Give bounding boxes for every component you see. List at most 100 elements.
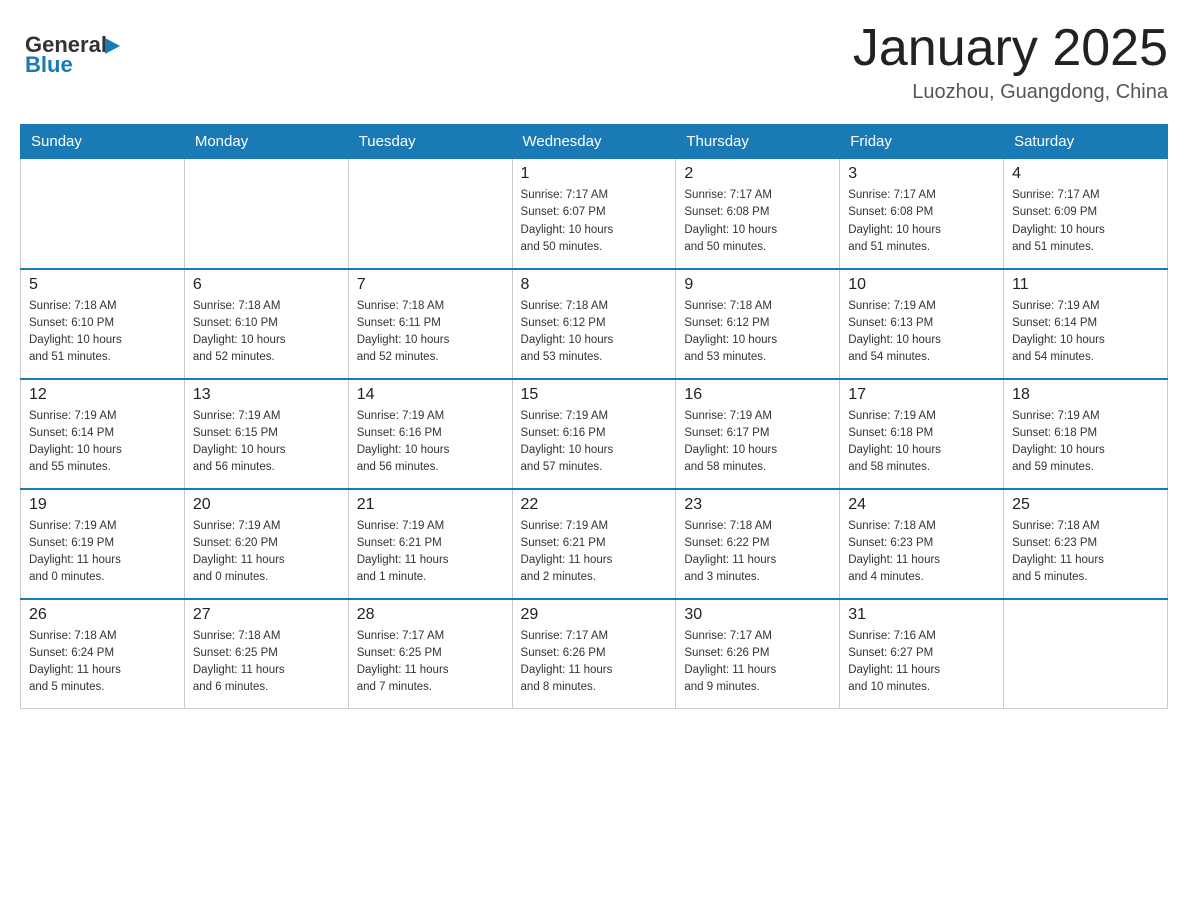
day-info: Sunrise: 7:17 AM Sunset: 6:26 PM Dayligh…: [521, 628, 668, 697]
col-header-saturday: Saturday: [1004, 125, 1168, 159]
calendar-cell: 13 Sunrise: 7:19 AM Sunset: 6:15 PM Dayli…: [184, 379, 348, 489]
calendar-cell: 7 Sunrise: 7:18 AM Sunset: 6:11 PM Daylig…: [348, 269, 512, 379]
day-info: Sunrise: 7:18 AM Sunset: 6:12 PM Dayligh…: [684, 298, 831, 367]
day-number: 30: [684, 606, 831, 624]
calendar-cell: [1004, 599, 1168, 709]
calendar-cell: 3Sunrise: 7:17 AM Sunset: 6:08 PM Daylig…: [840, 159, 1004, 269]
day-number: 2: [684, 165, 831, 183]
day-number: 29: [521, 606, 668, 624]
day-info: Sunrise: 7:19 AM Sunset: 6:21 PM Dayligh…: [357, 518, 504, 587]
calendar-cell: 27 Sunrise: 7:18 AM Sunset: 6:25 PM Dayli…: [184, 599, 348, 709]
day-number: 5: [29, 276, 176, 294]
day-number: 18: [1012, 386, 1159, 404]
day-number: 6: [193, 276, 340, 294]
col-header-tuesday: Tuesday: [348, 125, 512, 159]
day-info: Sunrise: 7:18 AM Sunset: 6:25 PM Dayligh…: [193, 628, 340, 697]
day-number: 20: [193, 496, 340, 514]
day-number: 28: [357, 606, 504, 624]
day-number: 22: [521, 496, 668, 514]
day-number: 17: [848, 386, 995, 404]
day-info: Sunrise: 7:19 AM Sunset: 6:19 PM Dayligh…: [29, 518, 176, 587]
day-info: Sunrise: 7:18 AM Sunset: 6:23 PM Dayligh…: [848, 518, 995, 587]
day-number: 23: [684, 496, 831, 514]
day-number: 26: [29, 606, 176, 624]
day-info: Sunrise: 7:17 AM Sunset: 6:25 PM Dayligh…: [357, 628, 504, 697]
day-number: 14: [357, 386, 504, 404]
day-number: 12: [29, 386, 176, 404]
day-info: Sunrise: 7:19 AM Sunset: 6:15 PM Dayligh…: [193, 408, 340, 477]
calendar-cell: 16 Sunrise: 7:19 AM Sunset: 6:17 PM Dayli…: [676, 379, 840, 489]
day-info: Sunrise: 7:19 AM Sunset: 6:14 PM Dayligh…: [29, 408, 176, 477]
day-number: 10: [848, 276, 995, 294]
calendar-cell: 9 Sunrise: 7:18 AM Sunset: 6:12 PM Daylig…: [676, 269, 840, 379]
day-info: Sunrise: 7:18 AM Sunset: 6:11 PM Dayligh…: [357, 298, 504, 367]
calendar-cell: 17Sunrise: 7:19 AM Sunset: 6:18 PM Dayli…: [840, 379, 1004, 489]
svg-text:Blue: Blue: [25, 52, 73, 77]
day-number: 7: [357, 276, 504, 294]
day-info: Sunrise: 7:18 AM Sunset: 6:23 PM Dayligh…: [1012, 518, 1159, 587]
day-number: 24: [848, 496, 995, 514]
calendar-cell: [184, 159, 348, 269]
calendar-cell: 26Sunrise: 7:18 AM Sunset: 6:24 PM Dayli…: [21, 599, 185, 709]
day-number: 16: [684, 386, 831, 404]
day-info: Sunrise: 7:19 AM Sunset: 6:18 PM Dayligh…: [1012, 408, 1159, 477]
calendar-cell: 24 Sunrise: 7:18 AM Sunset: 6:23 PM Dayli…: [840, 489, 1004, 599]
day-info: Sunrise: 7:19 AM Sunset: 6:14 PM Dayligh…: [1012, 298, 1159, 367]
day-info: Sunrise: 7:18 AM Sunset: 6:10 PM Dayligh…: [29, 298, 176, 367]
day-info: Sunrise: 7:17 AM Sunset: 6:26 PM Dayligh…: [684, 628, 831, 697]
day-number: 15: [521, 386, 668, 404]
week-row-3: 12 Sunrise: 7:19 AM Sunset: 6:14 PM Dayli…: [21, 379, 1168, 489]
calendar-cell: 18 Sunrise: 7:19 AM Sunset: 6:18 PM Dayli…: [1004, 379, 1168, 489]
calendar-cell: 25Sunrise: 7:18 AM Sunset: 6:23 PM Dayli…: [1004, 489, 1168, 599]
calendar-cell: 31Sunrise: 7:16 AM Sunset: 6:27 PM Dayli…: [840, 599, 1004, 709]
calendar-cell: 30 Sunrise: 7:17 AM Sunset: 6:26 PM Dayli…: [676, 599, 840, 709]
calendar-cell: 12 Sunrise: 7:19 AM Sunset: 6:14 PM Dayli…: [21, 379, 185, 489]
day-info: Sunrise: 7:18 AM Sunset: 6:10 PM Dayligh…: [193, 298, 340, 367]
day-info: Sunrise: 7:19 AM Sunset: 6:16 PM Dayligh…: [357, 408, 504, 477]
day-number: 9: [684, 276, 831, 294]
day-number: 21: [357, 496, 504, 514]
calendar-cell: 23 Sunrise: 7:18 AM Sunset: 6:22 PM Dayli…: [676, 489, 840, 599]
calendar-cell: 29 Sunrise: 7:17 AM Sunset: 6:26 PM Dayli…: [512, 599, 676, 709]
logo: General Blue: [20, 20, 140, 85]
day-info: Sunrise: 7:19 AM Sunset: 6:16 PM Dayligh…: [521, 408, 668, 477]
calendar-cell: 22 Sunrise: 7:19 AM Sunset: 6:21 PM Dayli…: [512, 489, 676, 599]
week-row-4: 19 Sunrise: 7:19 AM Sunset: 6:19 PM Dayli…: [21, 489, 1168, 599]
calendar-cell: 6 Sunrise: 7:18 AM Sunset: 6:10 PM Daylig…: [184, 269, 348, 379]
week-row-2: 5 Sunrise: 7:18 AM Sunset: 6:10 PM Daylig…: [21, 269, 1168, 379]
calendar-cell: 19 Sunrise: 7:19 AM Sunset: 6:19 PM Dayli…: [21, 489, 185, 599]
logo-text: General Blue: [20, 20, 140, 85]
week-row-5: 26Sunrise: 7:18 AM Sunset: 6:24 PM Dayli…: [21, 599, 1168, 709]
day-number: 19: [29, 496, 176, 514]
day-info: Sunrise: 7:18 AM Sunset: 6:12 PM Dayligh…: [521, 298, 668, 367]
day-number: 13: [193, 386, 340, 404]
header-row: SundayMondayTuesdayWednesdayThursdayFrid…: [21, 125, 1168, 159]
day-number: 8: [521, 276, 668, 294]
calendar-cell: 20 Sunrise: 7:19 AM Sunset: 6:20 PM Dayli…: [184, 489, 348, 599]
day-number: 31: [848, 606, 995, 624]
day-number: 27: [193, 606, 340, 624]
calendar-subtitle: Luozhou, Guangdong, China: [853, 81, 1168, 104]
day-info: Sunrise: 7:17 AM Sunset: 6:09 PM Dayligh…: [1012, 187, 1159, 256]
col-header-monday: Monday: [184, 125, 348, 159]
calendar-cell: 11Sunrise: 7:19 AM Sunset: 6:14 PM Dayli…: [1004, 269, 1168, 379]
calendar-cell: 14 Sunrise: 7:19 AM Sunset: 6:16 PM Dayli…: [348, 379, 512, 489]
calendar-cell: 15 Sunrise: 7:19 AM Sunset: 6:16 PM Dayli…: [512, 379, 676, 489]
page-header: General Blue January 2025 Luozhou, Guang…: [20, 20, 1168, 104]
calendar-cell: [21, 159, 185, 269]
calendar-cell: 8 Sunrise: 7:18 AM Sunset: 6:12 PM Daylig…: [512, 269, 676, 379]
day-number: 4: [1012, 165, 1159, 183]
day-info: Sunrise: 7:19 AM Sunset: 6:17 PM Dayligh…: [684, 408, 831, 477]
day-info: Sunrise: 7:17 AM Sunset: 6:08 PM Dayligh…: [684, 187, 831, 256]
day-number: 1: [521, 165, 668, 183]
col-header-sunday: Sunday: [21, 125, 185, 159]
calendar-cell: 28 Sunrise: 7:17 AM Sunset: 6:25 PM Dayli…: [348, 599, 512, 709]
day-info: Sunrise: 7:17 AM Sunset: 6:08 PM Dayligh…: [848, 187, 995, 256]
calendar-title: January 2025: [853, 20, 1168, 77]
day-info: Sunrise: 7:19 AM Sunset: 6:20 PM Dayligh…: [193, 518, 340, 587]
col-header-friday: Friday: [840, 125, 1004, 159]
day-info: Sunrise: 7:17 AM Sunset: 6:07 PM Dayligh…: [521, 187, 668, 256]
day-info: Sunrise: 7:19 AM Sunset: 6:21 PM Dayligh…: [521, 518, 668, 587]
day-info: Sunrise: 7:18 AM Sunset: 6:22 PM Dayligh…: [684, 518, 831, 587]
calendar-cell: 4 Sunrise: 7:17 AM Sunset: 6:09 PM Daylig…: [1004, 159, 1168, 269]
